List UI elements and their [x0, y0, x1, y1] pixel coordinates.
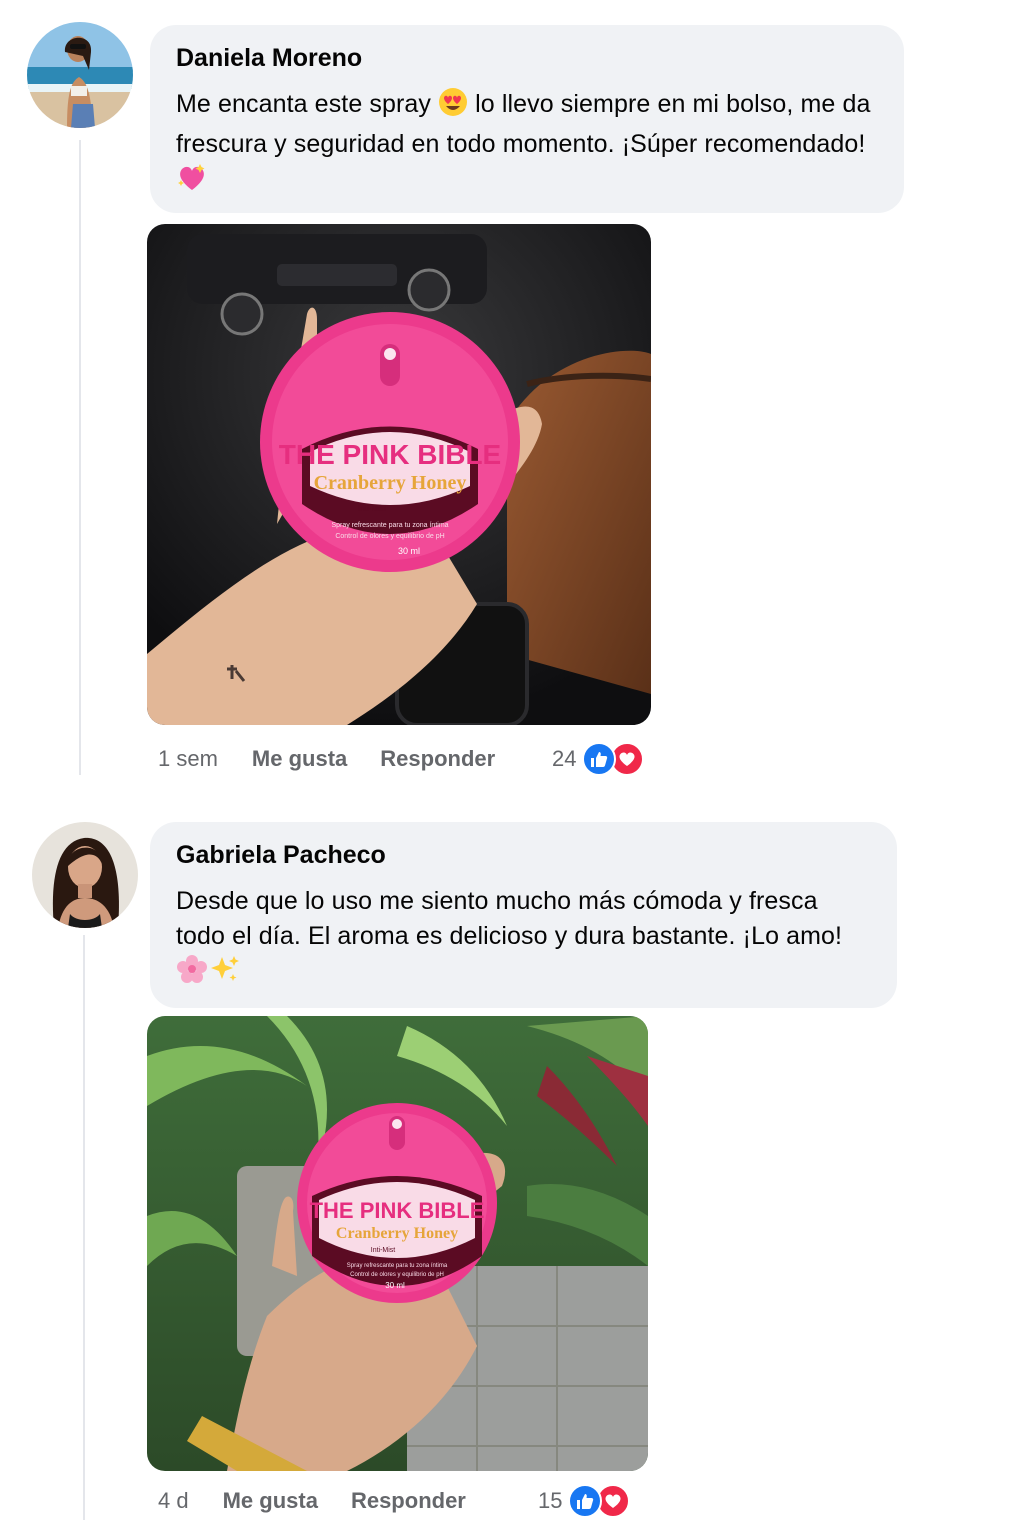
product-desc-text: Spray refrescante para tu zona íntima: [347, 1263, 448, 1269]
thread-line: [83, 935, 85, 1520]
cherry-blossom-emoji-icon: [176, 954, 208, 994]
reply-button[interactable]: Responder: [351, 1488, 466, 1514]
comment-meta: 4 d Me gusta Responder: [158, 1484, 466, 1518]
sparkles-emoji-icon: [208, 954, 240, 994]
comment-bubble: Gabriela Pacheco Desde que lo uso me sie…: [150, 822, 897, 1008]
like-button[interactable]: Me gusta: [252, 746, 347, 772]
sparkling-heart-emoji-icon: [176, 162, 208, 202]
comment-photo[interactable]: THE PINK BIBLE Cranberry Honey Inti-Mist…: [147, 224, 651, 725]
product-line-text: Inti-Mist: [371, 1247, 396, 1254]
product-desc-text: Control de olores y equilibrio de pH: [350, 1272, 444, 1278]
comment-time[interactable]: 4 d: [158, 1488, 189, 1514]
comment-meta: 1 sem Me gusta Responder: [158, 742, 495, 776]
like-reaction-icon: [582, 742, 617, 776]
product-volume-text: 30 ml: [398, 546, 420, 556]
product-flavor-text: Cranberry Honey: [336, 1225, 458, 1242]
thread-line: [79, 140, 81, 775]
comment-text: Me encanta este spray lo llevo siempre e…: [176, 87, 878, 202]
heart-eyes-emoji-icon: [438, 87, 468, 127]
comment-photo[interactable]: THE PINK BIBLE Cranberry Honey Inti-Mist…: [147, 1016, 648, 1471]
reactions-summary[interactable]: 15: [538, 1484, 631, 1518]
product-flavor-text: Cranberry Honey: [314, 472, 467, 494]
like-button[interactable]: Me gusta: [223, 1488, 318, 1514]
avatar[interactable]: [27, 22, 133, 128]
reaction-count: 15: [538, 1488, 563, 1513]
comment-bubble: Daniela Moreno Me encanta este spray lo …: [150, 25, 904, 213]
product-brand-text: THE PINK BIBLE: [279, 439, 501, 470]
comment-author[interactable]: Daniela Moreno: [176, 43, 878, 73]
comment-time[interactable]: 1 sem: [158, 746, 218, 772]
like-reaction-icon: [568, 1484, 603, 1518]
comment-text: Desde que lo uso me siento mucho más cóm…: [176, 884, 871, 994]
reactions-summary[interactable]: 24: [552, 742, 645, 776]
reply-button[interactable]: Responder: [380, 746, 495, 772]
product-line-text: Inti-Mist: [358, 504, 387, 513]
product-volume-text: 30 ml: [385, 1281, 405, 1290]
avatar[interactable]: [32, 822, 138, 928]
comment-author[interactable]: Gabriela Pacheco: [176, 840, 871, 870]
product-desc-text: Spray refrescante para tu zona íntima: [331, 522, 448, 529]
reaction-count: 24: [552, 746, 577, 771]
product-brand-text: THE PINK BIBLE: [310, 1198, 485, 1223]
product-desc-text: Control de olores y equilibrio de pH: [335, 533, 444, 540]
